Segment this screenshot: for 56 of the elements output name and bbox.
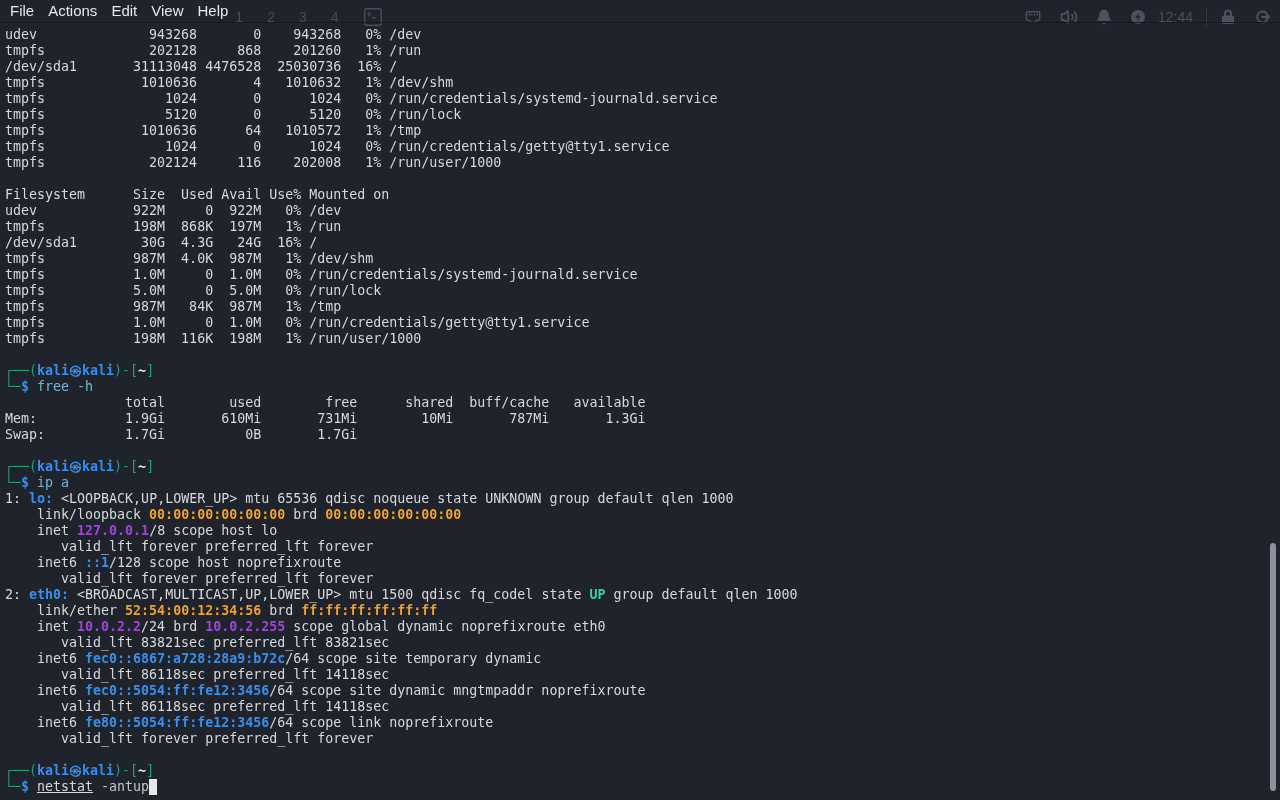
terminal-line: udev 922M 0 922M 0% /dev	[5, 203, 342, 219]
terminal-line: Filesystem Size Used Avail Use% Mounted on	[5, 187, 390, 203]
scrollbar-thumb[interactable]	[1270, 543, 1276, 791]
terminal-line: /dev/sda1 31113048 4476528 25030736 16% /	[5, 59, 398, 75]
terminal-line: inet6 ::1/128 scope host noprefixroute	[36, 555, 342, 571]
terminal-line: └─$ free -h	[5, 379, 94, 395]
terminal-line: tmpfs 1010636 4 1010632 1% /dev/shm	[5, 75, 454, 91]
terminal-line: ┌──(kali㉿kali)-[~]	[5, 363, 155, 379]
terminal-line: tmpfs 1010636 64 1010572 1% /tmp	[5, 123, 422, 139]
terminal-line: tmpfs 202124 116 202008 1% /run/user/1000	[5, 155, 502, 171]
terminal-line: ┌──(kali㉿kali)-[~]	[5, 763, 155, 779]
terminal-line: valid_lft 83821sec preferred_lft 83821sec	[60, 635, 390, 651]
terminal-line: tmpfs 1.0M 0 1.0M 0% /run/credentials/systemd-journald.service	[5, 267, 638, 283]
terminal-line: /dev/sda1 30G 4.3G 24G 16% /	[5, 235, 318, 251]
terminal-line: inet6 fec0::5054:ff:fe12:3456/64 scope site dynamic mngtmpaddr noprefixroute	[36, 683, 646, 699]
terminal-line: tmpfs 198M 868K 197M 1% /run	[5, 219, 342, 235]
terminal-line: tmpfs 198M 116K 198M 1% /run/user/1000	[5, 331, 422, 347]
volume-icon[interactable]	[1059, 7, 1078, 26]
lock-icon[interactable]	[1222, 9, 1234, 24]
terminal-line: inet6 fec0::6867:a728:28a9:b72c/64 scope site temporary dynamic	[36, 651, 542, 667]
terminal-line: tmpfs 5120 0 5120 0% /run/lock	[5, 107, 462, 123]
terminal-line: tmpfs 1024 0 1024 0% /run/credentials/systemd-journald.service	[5, 91, 718, 107]
bell-icon[interactable]	[1095, 8, 1112, 25]
menu-item[interactable]: File	[3, 0, 42, 22]
terminal-line: total used free shared buff/cache available	[124, 395, 646, 411]
terminal-line: link/ether 52:54:00:12:34:56 brd ff:ff:ff:ff:ff:ff	[36, 603, 438, 619]
menu-item[interactable]: Actions	[41, 0, 105, 22]
menu-item[interactable]: View	[144, 0, 191, 22]
terminal-line: valid_lft forever preferred_lft forever	[60, 731, 374, 747]
terminal-line: valid_lft 86118sec preferred_lft 14118sec	[60, 667, 390, 683]
terminal-line: Swap: 1.7Gi 0B 1.7Gi	[5, 427, 358, 443]
terminal-line: valid_lft 86118sec preferred_lft 14118sec	[60, 699, 390, 715]
terminal-line: inet 10.0.2.2/24 brd 10.0.2.255 scope global dynamic noprefixroute eth0	[36, 619, 606, 635]
menu-item[interactable]: Help	[190, 0, 236, 22]
terminal-line: tmpfs 987M 84K 987M 1% /tmp	[5, 299, 342, 315]
terminal-line: tmpfs 5.0M 0 5.0M 0% /run/lock	[5, 283, 382, 299]
terminal-line: inet6 fe80::5054:ff:fe12:3456/64 scope link noprefixroute	[36, 715, 494, 731]
terminal-line: link/loopback 00:00:00:00:00:00 brd 00:00:00:00:00:00	[36, 507, 462, 523]
menu-item[interactable]: Edit	[104, 0, 145, 22]
terminal-line: tmpfs 1.0M 0 1.0M 0% /run/credentials/getty@tty1.service	[5, 315, 590, 331]
network-icon[interactable]	[1024, 8, 1041, 25]
terminal-line: valid_lft forever preferred_lft forever	[60, 539, 374, 555]
terminal-line: inet 127.0.0.1/8 scope host lo	[36, 523, 278, 539]
terminal-line: tmpfs 987M 4.0K 987M 1% /dev/shm	[5, 251, 374, 267]
logout-icon[interactable]	[1256, 9, 1270, 24]
terminal-line: 2: eth0: <BROADCAST,MULTICAST,UP,LOWER_UP> mtu 1500 qdisc fq_codel state UP group default qlen 1000	[5, 587, 798, 603]
terminal-line: tmpfs 202128 868 201260 1% /run	[5, 43, 422, 59]
terminal-line: valid_lft forever preferred_lft forever	[60, 571, 374, 587]
power-icon[interactable]	[1130, 9, 1145, 24]
terminal-line: udev 943268 0 943268 0% /dev	[5, 27, 422, 43]
terminal-line: └─$ ip a	[5, 475, 70, 491]
terminal-line: tmpfs 1024 0 1024 0% /run/credentials/getty@tty1.service	[5, 139, 670, 155]
terminal-line: 1: lo: <LOOPBACK,UP,LOWER_UP> mtu 65536 qdisc noqueue state UNKNOWN group default qlen 1000	[5, 491, 734, 507]
terminal-line: Mem: 1.9Gi 610Mi 731Mi 10Mi 787Mi 1.3Gi	[5, 411, 646, 427]
terminal-line: └─$ netstat -antup	[5, 779, 150, 795]
terminal-line: ┌──(kali㉿kali)-[~]	[5, 459, 155, 475]
